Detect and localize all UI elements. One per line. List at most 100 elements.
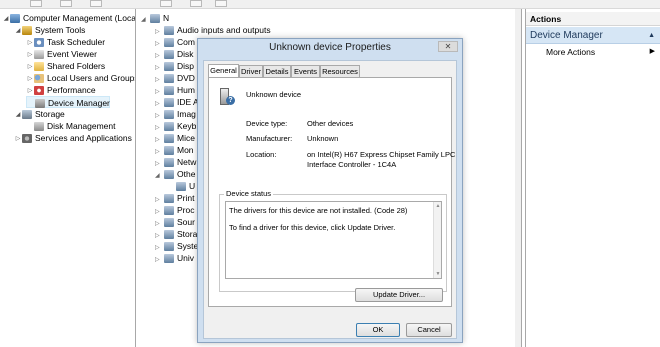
- collapse-arrow-icon[interactable]: ◢: [14, 109, 22, 121]
- device-name: Unknown device: [246, 90, 302, 99]
- device-category-row[interactable]: ▷ Mon: [155, 144, 194, 156]
- status-scrollbar[interactable]: ▲ ▼: [433, 202, 441, 278]
- device-category-row[interactable]: ▷ Hum: [155, 84, 195, 96]
- tree-item-computer-management[interactable]: ◢ Computer Management (Local: [2, 12, 136, 25]
- device-category-row[interactable]: ▷ DVD: [155, 72, 195, 84]
- tree-item-services-applications[interactable]: ▷ Services and Applications: [14, 132, 132, 144]
- tree-item-local-users-groups[interactable]: ▷ Local Users and Groups: [26, 72, 136, 85]
- device-category-icon: [164, 242, 174, 252]
- ok-button[interactable]: OK: [356, 323, 400, 337]
- cancel-button[interactable]: Cancel: [406, 323, 452, 337]
- collapse-up-icon[interactable]: ▲: [648, 27, 655, 44]
- tree-item-task-scheduler[interactable]: ▷ Task Scheduler: [26, 36, 105, 48]
- location-label: Location:: [246, 150, 277, 159]
- tab-details[interactable]: Details: [263, 65, 291, 77]
- actions-section-device-manager[interactable]: Device Manager ▲: [526, 27, 660, 44]
- expand-arrow-icon[interactable]: ▷: [26, 85, 34, 97]
- tree-item-storage[interactable]: ◢ Storage: [14, 108, 65, 120]
- device-category-label: Hum: [177, 85, 195, 95]
- tree-item-system-tools[interactable]: ◢ System Tools: [14, 24, 85, 36]
- scroll-up-icon[interactable]: ▲: [435, 203, 441, 209]
- device-category-row[interactable]: ▷ Keyb: [155, 120, 196, 132]
- device-status-label: Device status: [224, 189, 274, 198]
- tree-item-label: Task Scheduler: [47, 37, 106, 47]
- chevron-right-icon: ▶: [649, 48, 655, 55]
- expand-arrow-icon[interactable]: ▷: [26, 61, 34, 73]
- disk-icon: [34, 122, 44, 132]
- collapse-arrow-icon[interactable]: ◢: [141, 14, 150, 26]
- toolbar-button[interactable]: [160, 0, 172, 7]
- more-actions-item[interactable]: More Actions ▶: [526, 46, 660, 58]
- device-category-row[interactable]: ▷ Disk: [155, 48, 194, 60]
- device-category-label: Othe: [177, 169, 196, 179]
- clock-icon: [34, 38, 44, 48]
- tab-events[interactable]: Events: [291, 65, 320, 77]
- manufacturer-value: Unknown: [307, 134, 339, 143]
- device-category-row[interactable]: ▷ Stora: [155, 228, 197, 240]
- toolbar-button[interactable]: [215, 0, 227, 7]
- actions-header: Actions: [526, 12, 660, 26]
- device-category-label: Mice: [177, 133, 195, 143]
- expand-arrow-icon[interactable]: ▷: [155, 254, 164, 266]
- services-icon: [22, 134, 32, 144]
- expand-arrow-icon[interactable]: ▷: [26, 49, 34, 61]
- device-category-row[interactable]: ▷ Imag: [155, 108, 196, 120]
- close-icon[interactable]: ✕: [438, 41, 458, 52]
- device-category-icon: [164, 110, 174, 120]
- device-category-label: Stora: [177, 229, 198, 239]
- device-category-label: Proc: [177, 205, 195, 215]
- expand-arrow-icon[interactable]: ▷: [26, 37, 34, 49]
- collapse-arrow-icon[interactable]: ◢: [155, 170, 164, 182]
- tree-item-disk-management[interactable]: Disk Management: [26, 120, 116, 132]
- toolbar-button[interactable]: [30, 0, 42, 7]
- device-category-icon: [164, 218, 174, 228]
- device-category-row[interactable]: ▷ Sour: [155, 216, 195, 228]
- status-line-2: To find a driver for this device, click …: [229, 223, 396, 232]
- device-category-row[interactable]: ▷ Mice: [155, 132, 195, 144]
- device-category-row[interactable]: ▷ Netw: [155, 156, 196, 168]
- vertical-scrollbar[interactable]: [515, 9, 521, 347]
- toolbar: [0, 0, 660, 9]
- expand-arrow-icon[interactable]: ▷: [26, 73, 34, 85]
- tree-item-label: Local Users and Groups: [47, 73, 136, 83]
- device-category-row[interactable]: ▷ Com: [155, 36, 195, 48]
- device-category-row[interactable]: ▷ Syste: [155, 240, 198, 252]
- collapse-arrow-icon[interactable]: ◢: [2, 13, 10, 25]
- device-category-row[interactable]: ◢ Othe: [155, 168, 195, 180]
- device-category-row[interactable]: ▷ Proc: [155, 204, 194, 216]
- toolbar-button[interactable]: [60, 0, 72, 7]
- device-category-row[interactable]: U: [167, 180, 195, 192]
- tab-driver[interactable]: Driver: [239, 65, 263, 77]
- computer-icon: [150, 14, 160, 24]
- actions-section-label: Device Manager: [530, 30, 603, 41]
- expand-arrow-icon[interactable]: ▷: [14, 133, 22, 145]
- device-category-label: Disk: [177, 49, 194, 59]
- device-root[interactable]: ◢ N: [141, 12, 169, 24]
- collapse-arrow-icon[interactable]: ◢: [14, 25, 22, 37]
- device-category-row[interactable]: ▷ Print: [155, 192, 194, 204]
- device-category-row[interactable]: ▷ Disp: [155, 60, 194, 72]
- tab-general[interactable]: General: [208, 64, 239, 77]
- tree-item-label: Computer Management (Local: [23, 13, 136, 23]
- tree-item-shared-folders[interactable]: ▷ Shared Folders: [26, 60, 105, 72]
- device-category-label: Keyb: [177, 121, 197, 131]
- device-category-row[interactable]: ▷ Univ: [155, 252, 194, 264]
- tree-item-event-viewer[interactable]: ▷ Event Viewer: [26, 48, 97, 60]
- actions-pane: Actions Device Manager ▲ More Actions ▶: [525, 9, 660, 347]
- tree-item-device-manager[interactable]: Device Manager: [26, 96, 110, 109]
- toolbar-button[interactable]: [90, 0, 102, 7]
- device-category-row[interactable]: ▷ Audio inputs and outputs: [155, 24, 271, 36]
- device-category-icon: [164, 86, 174, 96]
- device-type-value: Other devices: [307, 119, 354, 128]
- toolbar-button[interactable]: [190, 0, 202, 7]
- tree-item-performance[interactable]: ▷ Performance: [26, 84, 96, 96]
- update-driver-button[interactable]: Update Driver...: [355, 288, 443, 302]
- device-category-icon: [164, 170, 174, 180]
- dialog-body: General Driver Details Events Resources …: [203, 60, 457, 339]
- device-status-textbox[interactable]: The drivers for this device are not inst…: [225, 201, 442, 279]
- scroll-down-icon[interactable]: ▼: [435, 271, 441, 277]
- tab-resources[interactable]: Resources: [320, 65, 360, 77]
- device-category-row[interactable]: ▷ IDE A: [155, 96, 199, 108]
- device-category-label: Disp: [177, 61, 195, 71]
- status-line-1: The drivers for this device are not inst…: [229, 206, 408, 215]
